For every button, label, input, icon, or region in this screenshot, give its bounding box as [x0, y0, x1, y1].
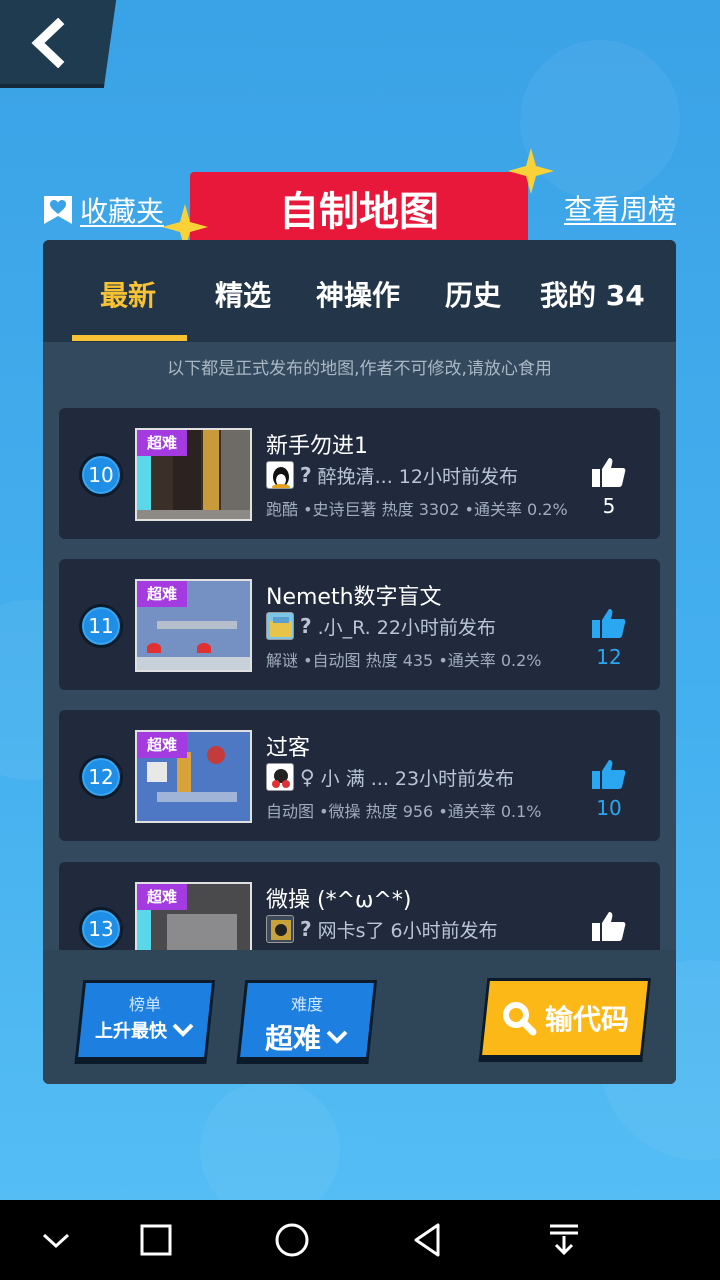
map-list[interactable]: 10 超难 新手勿进1 ? 醉挽清... 12小时前发布 跑酷 •史诗巨著 热度… — [43, 390, 676, 950]
notification-pull-icon[interactable] — [544, 1220, 584, 1260]
system-nav-bar — [0, 1200, 720, 1280]
map-title: 微操 (*^ω^*) — [266, 888, 412, 913]
difficulty-tag: 超难 — [137, 430, 187, 456]
avatar — [266, 915, 294, 943]
bookmark-heart-icon — [44, 196, 72, 224]
difficulty-dropdown[interactable]: 难度 超难 — [236, 980, 378, 1060]
author-row: ? 醉挽清... 12小时前发布 — [266, 460, 518, 490]
difficulty-value: 超难 — [264, 1022, 321, 1055]
author-info: 小 满 ... 23小时前发布 — [320, 767, 515, 790]
avatar — [266, 612, 294, 640]
author-info: .小_R. 22小时前发布 — [317, 616, 496, 639]
active-tab-indicator — [72, 335, 187, 341]
home-icon[interactable] — [272, 1220, 312, 1260]
map-thumbnail: 超难 — [135, 730, 252, 823]
map-card[interactable]: 12 超难 过客 ♀ 小 满 ... 23小时前发布 自动图 •微操 热度 95… — [59, 710, 660, 841]
map-meta: 自动图 •微操 热度 956 •通关率 0.1% — [266, 802, 542, 821]
back-nav-icon[interactable] — [408, 1220, 448, 1260]
thumbs-up-icon — [592, 458, 626, 487]
notice-text: 以下都是正式发布的地图,作者不可修改,请放心食用 — [167, 359, 552, 379]
page-title: 自制地图 — [279, 189, 439, 235]
like-button[interactable]: 5 — [589, 456, 629, 518]
author-row: ? 网卡s了 6小时前发布 — [266, 914, 498, 944]
tab-history[interactable]: 历史 — [445, 274, 501, 314]
star-icon — [508, 148, 554, 194]
gender-icon: ? — [300, 917, 312, 941]
sort-value: 上升最快 — [95, 1021, 167, 1042]
search-icon — [502, 1002, 537, 1036]
difficulty-tag: 超难 — [137, 581, 187, 607]
difficulty-tag: 超难 — [137, 884, 187, 910]
favorites-label: 收藏夹 — [80, 195, 165, 228]
map-thumbnail: 超难 — [135, 882, 252, 950]
hide-nav-icon[interactable] — [36, 1220, 76, 1260]
gender-icon: ? — [300, 614, 312, 638]
tab-mine[interactable]: 我的 34 — [540, 274, 645, 314]
thumbs-up-icon — [592, 912, 626, 941]
enter-code-button[interactable]: 输代码 — [478, 978, 652, 1058]
bottom-toolbar: 榜单 上升最快 难度 超难 输代码 — [43, 950, 676, 1084]
map-card[interactable]: 13 超难 微操 (*^ω^*) ? 网卡s了 6小时前发布 5 — [59, 862, 660, 950]
rank-badge: 11 — [79, 604, 123, 648]
chevron-left-icon[interactable] — [28, 18, 68, 68]
weekly-ranking-link[interactable]: 查看周榜 — [564, 190, 676, 230]
like-button[interactable]: 5 — [589, 910, 629, 950]
difficulty-tag: 超难 — [137, 732, 187, 758]
tab-latest[interactable]: 最新 — [100, 274, 156, 314]
map-card[interactable]: 11 超难 Nemeth数字盲文 ? .小_R. 22小时前发布 解谜 •自动图… — [59, 559, 660, 690]
gender-icon: ? — [300, 463, 312, 487]
rank-badge: 12 — [79, 755, 123, 799]
rank-badge: 10 — [79, 453, 123, 497]
map-title: Nemeth数字盲文 — [266, 585, 442, 610]
author-row: ? .小_R. 22小时前发布 — [266, 611, 496, 641]
chevron-down-icon — [326, 1030, 348, 1044]
rank-badge: 13 — [79, 907, 123, 950]
avatar — [266, 763, 294, 791]
enter-code-label: 输代码 — [544, 1003, 629, 1036]
like-count: 12 — [596, 645, 622, 669]
thumbs-up-icon — [592, 760, 626, 789]
map-title: 过客 — [266, 736, 311, 761]
like-count: 10 — [596, 796, 622, 820]
author-row: ♀ 小 满 ... 23小时前发布 — [266, 762, 514, 792]
map-thumbnail: 超难 — [135, 579, 252, 672]
recents-icon[interactable] — [136, 1220, 176, 1260]
like-button[interactable]: 12 — [589, 607, 629, 669]
like-button[interactable]: 10 — [589, 758, 629, 820]
tab-bar: 最新 精选 神操作 历史 我的 34 — [43, 240, 676, 342]
gender-icon: ♀ — [300, 765, 315, 789]
sort-label: 榜单 — [128, 995, 161, 1014]
map-title: 新手勿进1 — [266, 434, 368, 459]
thumbs-up-icon — [592, 609, 626, 638]
avatar — [266, 461, 294, 489]
author-info: 醉挽清... 12小时前发布 — [317, 465, 518, 488]
like-count: 5 — [602, 494, 616, 518]
author-info: 网卡s了 6小时前发布 — [317, 919, 498, 942]
chevron-down-icon — [172, 1023, 194, 1037]
map-card[interactable]: 10 超难 新手勿进1 ? 醉挽清... 12小时前发布 跑酷 •史诗巨著 热度… — [59, 408, 660, 539]
tab-pro-moves[interactable]: 神操作 — [316, 274, 400, 314]
tab-featured[interactable]: 精选 — [215, 274, 271, 314]
sort-dropdown[interactable]: 榜单 上升最快 — [74, 980, 216, 1060]
map-meta: 跑酷 •史诗巨著 热度 3302 •通关率 0.2% — [266, 500, 568, 519]
map-panel: 最新 精选 神操作 历史 我的 34 以下都是正式发布的地图,作者不可修改,请放… — [43, 240, 676, 1084]
favorites-link[interactable]: 收藏夹 — [42, 190, 164, 230]
map-meta: 解谜 •自动图 热度 435 •通关率 0.2% — [266, 651, 542, 670]
map-thumbnail: 超难 — [135, 428, 252, 521]
difficulty-label: 难度 — [290, 995, 323, 1014]
